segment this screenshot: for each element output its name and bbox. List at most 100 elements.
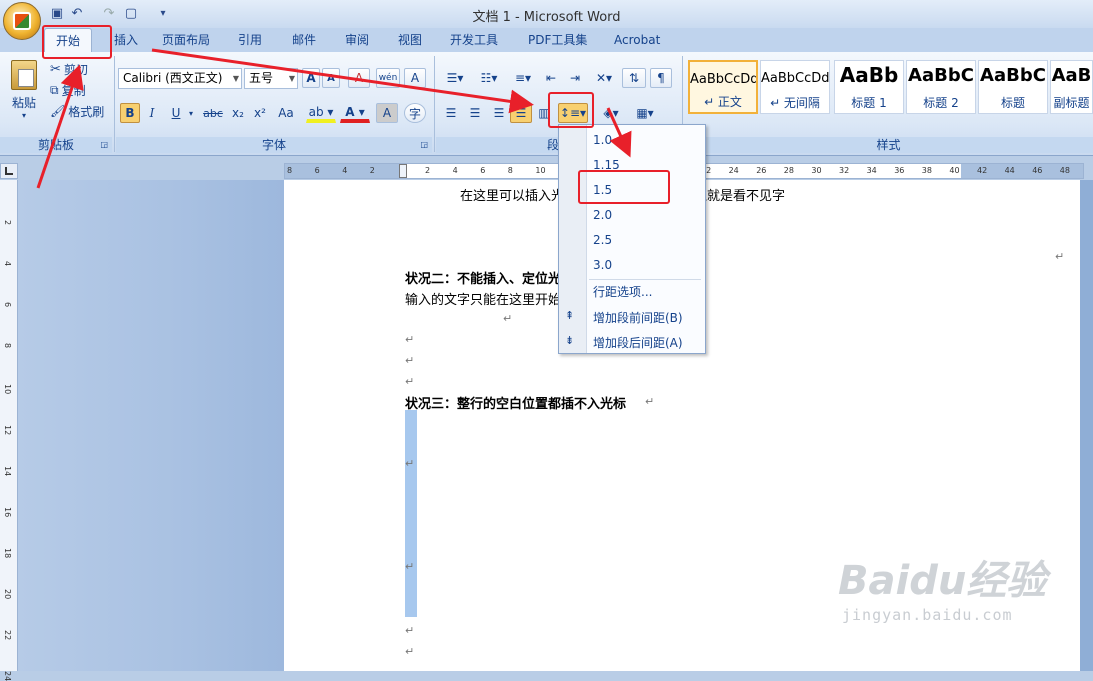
font-color-icon[interactable]: A ▾ [340,103,370,123]
numbering-icon[interactable]: ☷▾ [474,68,504,88]
scrollbar[interactable] [1080,180,1093,671]
bullets-icon[interactable]: ☰▾ [440,68,470,88]
borders-icon[interactable]: ▦▾ [630,103,660,123]
tab-mailings[interactable]: 邮件 [288,28,320,52]
shrink-font-icon[interactable]: A [322,68,340,88]
style-heading-1[interactable]: AaBb 标题 1 [834,60,904,114]
vertical-ruler[interactable]: 2 4 6 8 10 12 14 16 18 20 22 24 [0,180,18,681]
align-right-icon[interactable]: ☰ [488,103,510,123]
italic-button[interactable]: I [142,103,162,123]
phonetic-guide-icon[interactable]: wén [376,68,400,88]
ruler-tick-label: 4 [452,166,458,175]
superscript-button[interactable]: x² [250,103,270,123]
copy-button[interactable]: ⧉ 复制 [50,81,86,99]
menu-item-1-0[interactable]: 1.0 [593,133,612,147]
bold-button[interactable]: B [120,103,140,123]
highlight-color-icon[interactable]: ab ▾ [306,103,336,123]
chevron-down-icon: ▼ [288,74,295,83]
ruler-tick-label: 6 [314,166,320,175]
selection-highlight [405,410,417,617]
tab-references[interactable]: 引用 [234,28,266,52]
watermark-brand: Baidu经验 [838,558,1047,604]
cut-button[interactable]: ✂ 剪切 [50,60,88,78]
underline-button[interactable]: U [166,103,186,123]
ruler-tick-label: 2 [369,166,375,175]
multilevel-list-icon[interactable]: ≡▾ [508,68,538,88]
style-subtitle[interactable]: AaB 副标题 [1050,60,1093,114]
menu-item-2-5[interactable]: 2.5 [593,233,612,247]
chevron-down-icon[interactable]: ▾ [186,103,196,123]
paste-icon [11,60,37,90]
tab-acrobat[interactable]: Acrobat [610,28,664,52]
format-painter-button[interactable]: 🖌 格式刷 [50,102,104,120]
heading-case-3[interactable]: 状况三：整行的空白位置都插不入光标 [405,393,626,412]
space-after-icon: ⇟ [565,334,575,347]
clipboard-group-label: 剪贴板 ◲ [0,137,112,153]
paragraph-mark: ↵ [405,645,415,658]
ruler-tick-label: 16 [3,507,12,518]
enclose-character-icon[interactable]: 字 [404,103,426,123]
character-border-icon[interactable]: A [404,68,426,88]
paste-button[interactable]: 粘贴 ▾ [6,58,42,130]
styles-group-label: 样式 [684,137,1093,153]
tab-page-layout[interactable]: 页面布局 [158,28,214,52]
strikethrough-button[interactable]: abc [200,103,226,123]
style-no-spacing[interactable]: AaBbCcDd ↵ 无间隔 [760,60,830,114]
add-space-after[interactable]: 增加段后间距(A) [593,334,683,351]
ruler-tick-label: 14 [3,466,12,477]
ruler-tick-label: 22 [3,630,12,641]
tab-view[interactable]: 视图 [394,28,426,52]
dialog-launcher-icon: ◲ [100,140,108,149]
tab-pdf-tools[interactable]: PDF工具集 [524,28,591,52]
style-heading-2[interactable]: AaBbC 标题 2 [906,60,976,114]
indent-marker-icon[interactable] [399,164,407,178]
tab-developer[interactable]: 开发工具 [446,28,502,52]
show-marks-icon[interactable]: ¶ [650,68,672,88]
grow-font-icon[interactable]: A [302,68,320,88]
ruler-tick-label: 12 [3,425,12,436]
ruler-tick-label: 8 [3,343,12,349]
decrease-indent-icon[interactable]: ⇤ [540,68,562,88]
increase-indent-icon[interactable]: ⇥ [564,68,586,88]
paragraph-mark: ↵ [405,457,415,470]
font-name-combo[interactable]: Calibri (西文正文) ▼ [118,68,242,89]
change-case-button[interactable]: Aa [272,103,300,123]
subscript-button[interactable]: x₂ [228,103,248,123]
tab-selector[interactable] [0,163,18,179]
shading-icon[interactable]: ◈▾ [596,103,626,123]
office-button[interactable] [3,2,41,40]
tab-review[interactable]: 审阅 [341,28,373,52]
style-title[interactable]: AaBbC 标题 [978,60,1048,114]
ruler-tick-label: 28 [783,166,794,175]
ruler-tick-label: 24 [728,166,739,175]
ribbon-tab-bar: 开始 插入 页面布局 引用 邮件 审阅 视图 开发工具 PDF工具集 Acrob… [0,28,1093,53]
line-spacing-options[interactable]: 行距选项... [593,283,652,300]
font-size-combo[interactable]: 五号 ▼ [244,68,298,89]
character-shading-icon[interactable]: A [376,103,398,123]
ruler-tick-label: 32 [839,166,850,175]
align-center-icon[interactable]: ☰ [464,103,486,123]
sort-icon[interactable]: ⇅ [622,68,646,88]
highlight-box-1-5 [578,170,670,204]
chevron-down-icon: ▾ [21,111,26,120]
heading-case-2[interactable]: 状况二：不能插入、定位光标 [405,268,574,287]
menu-item-2-0[interactable]: 2.0 [593,208,612,222]
paragraph-mark: ↵ [405,560,415,573]
paragraph-mark: ↵ [645,395,655,408]
window-title: 文档 1 - Microsoft Word [472,10,621,25]
justify-icon[interactable]: ☰ [510,103,532,123]
paragraph-mark: ↵ [503,312,513,325]
add-space-before[interactable]: 增加段前间距(B) [593,309,683,326]
tab-insert[interactable]: 插入 [110,28,142,52]
ruler-tick-label: 6 [480,166,486,175]
style-normal[interactable]: AaBbCcDd ↵ 正文 [688,60,758,114]
paste-label: 粘贴 [11,96,36,110]
chinese-layout-icon[interactable]: ✕▾ [590,68,618,88]
align-left-icon[interactable]: ☰ [440,103,462,123]
paragraph-mark: ↵ [405,333,415,346]
ruler-tick-label: 48 [1059,166,1070,175]
clear-formatting-icon[interactable]: A [348,68,370,88]
ruler-tick-label: 26 [756,166,767,175]
menu-item-3-0[interactable]: 3.0 [593,258,612,272]
format-painter-label: 格式刷 [68,104,105,119]
